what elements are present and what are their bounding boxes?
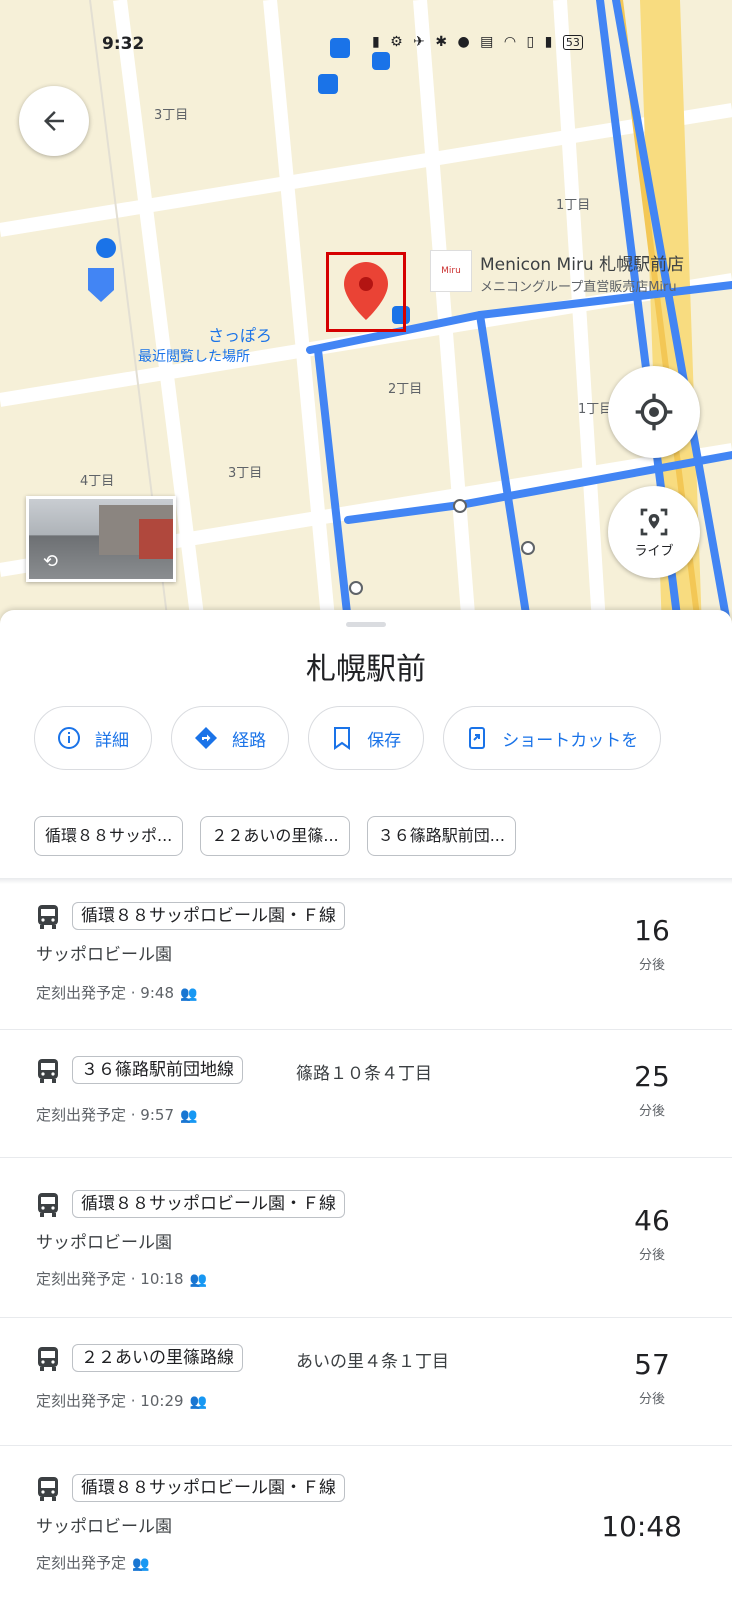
schedule-text: 定刻出発予定 · 10:18 👥 [36,1270,207,1288]
crowd-icon: 👥 [180,986,198,1002]
route-filter-chip[interactable]: ２２あいの里篠... [200,816,350,856]
poi-subtitle: メニコングループ直営販売店Miru [480,280,677,295]
map-label-sapporo[interactable]: さっぽろ [208,322,272,346]
crowd-icon: 👥 [189,1272,207,1288]
shortcut-button[interactable]: ショートカットを [443,706,662,770]
minutes-until: 46 [634,1204,670,1237]
info-icon [58,727,80,749]
destination: サッポロビール園 [36,945,172,965]
destination: 篠路１０条４丁目 [296,1064,432,1084]
map-label-3chome-bottom: 3丁目 [228,466,263,481]
street-view-icon: ⟲ [43,551,59,572]
schedule-text: 定刻出発予定 👥 [36,1554,150,1572]
crosshair-icon [635,393,673,431]
map-label-3chome-top: 3丁目 [154,108,189,123]
my-location-button[interactable] [608,366,700,458]
departure-list: 循環８８サッポロビール園・Ｆ線 サッポロビール園 定刻出発予定 · 9:48 👥 … [0,884,732,1596]
bookmark-icon [334,727,351,750]
poi-logo[interactable]: Miru [430,250,472,292]
line-badge: 循環８８サッポロビール園・Ｆ線 [72,1474,345,1502]
route-filter-chip[interactable]: 循環８８サッポ... [34,816,184,856]
status-icons: ▮ ⚙ ✈ ✱ ● ▤ ◠ ▯ ▮ 53 [372,34,583,50]
map-label-2chome: 2丁目 [388,382,423,397]
place-title: 札幌駅前 [306,652,426,687]
route-filter-chip[interactable]: ３６篠路駅前団... [366,816,516,856]
crowd-icon: 👥 [132,1556,150,1572]
map-view[interactable]: 9:32 ▮ ⚙ ✈ ✱ ● ▤ ◠ ▯ ▮ 53 3丁目 1丁目 2丁目 1丁… [0,0,732,640]
route-filter-chips: 循環８８サッポ... ２２あいの里篠... ３６篠路駅前団... [34,816,732,856]
save-button[interactable]: 保存 [308,706,425,770]
live-view-icon [640,508,668,535]
shortcut-icon [469,727,486,749]
minutes-until: 16 [634,914,670,947]
bus-icon [38,1347,58,1371]
minutes-unit: 分後 [638,1104,665,1119]
map-label-1chome-right: 1丁目 [556,198,591,213]
live-view-label: ライブ [634,543,674,559]
minutes-unit: 分後 [638,958,665,973]
line-badge: 循環８８サッポロビール園・Ｆ線 [72,902,345,930]
schedule-text: 定刻出発予定 · 9:57 👥 [36,1106,198,1124]
arrow-back-icon [44,111,64,131]
selected-pin-highlight[interactable] [326,252,406,332]
schedule-text: 定刻出発予定 · 10:29 👥 [36,1392,207,1410]
map-label-recent[interactable]: 最近閲覧した場所 [138,346,250,366]
map-label-4chome: 4丁目 [80,474,115,489]
departure-row[interactable]: 循環８８サッポロビール園・Ｆ線 サッポロビール園 定刻出発予定 · 9:48 👥 … [0,884,732,1030]
bus-icon [38,1477,58,1501]
destination: あいの里４条１丁目 [296,1352,449,1372]
destination: サッポロビール園 [36,1233,172,1253]
line-badge: ３６篠路駅前団地線 [72,1056,243,1084]
live-view-button[interactable]: ライブ [608,486,700,578]
destination: サッポロビール園 [36,1517,172,1537]
place-sheet[interactable]: 札幌駅前 詳細 経路 保存 ショートカットを 循環８８サッポ... ２２あいの里… [0,610,732,1600]
minutes-until: 25 [634,1060,670,1093]
bus-icon [38,1059,58,1083]
poi-name[interactable]: Menicon Miru 札幌駅前店 [480,250,684,275]
minutes-unit: 分後 [638,1248,665,1263]
crowd-icon: 👥 [189,1394,207,1410]
crowd-icon: 👥 [180,1108,198,1124]
status-time: 9:32 [102,34,145,54]
line-badge: 循環８８サッポロビール園・Ｆ線 [72,1190,345,1218]
battery-level: 53 [562,35,583,50]
minutes-until: 57 [634,1348,670,1381]
line-badge: ２２あいの里篠路線 [72,1344,243,1372]
drag-handle[interactable] [346,622,386,627]
departure-row[interactable]: ２２あいの里篠路線 あいの里４条１丁目 定刻出発予定 · 10:29 👥 57 分… [0,1318,732,1446]
departure-row[interactable]: 循環８８サッポロビール園・Ｆ線 サッポロビール園 定刻出発予定 👥 10:48 [0,1446,732,1596]
bus-icon [38,1193,58,1217]
departure-row[interactable]: ３６篠路駅前団地線 篠路１０条４丁目 定刻出発予定 · 9:57 👥 25 分後 [0,1030,732,1158]
minutes-unit: 分後 [638,1392,665,1407]
action-row: 詳細 経路 保存 ショートカットを [34,706,732,774]
street-view-thumbnail[interactable]: ⟲ [26,496,176,582]
status-bar: 9:32 ▮ ⚙ ✈ ✱ ● ▤ ◠ ▯ ▮ 53 [0,30,732,60]
back-button[interactable] [19,86,89,156]
schedule-text: 定刻出発予定 · 9:48 👥 [36,984,198,1002]
departure-row[interactable]: 循環８８サッポロビール園・Ｆ線 サッポロビール園 定刻出発予定 · 10:18 👥… [0,1158,732,1318]
departure-clock-time: 10:48 [601,1510,682,1543]
directions-button[interactable]: 経路 [171,706,290,770]
directions-icon [195,727,218,749]
bus-icon [38,905,58,929]
details-button[interactable]: 詳細 [34,706,152,770]
